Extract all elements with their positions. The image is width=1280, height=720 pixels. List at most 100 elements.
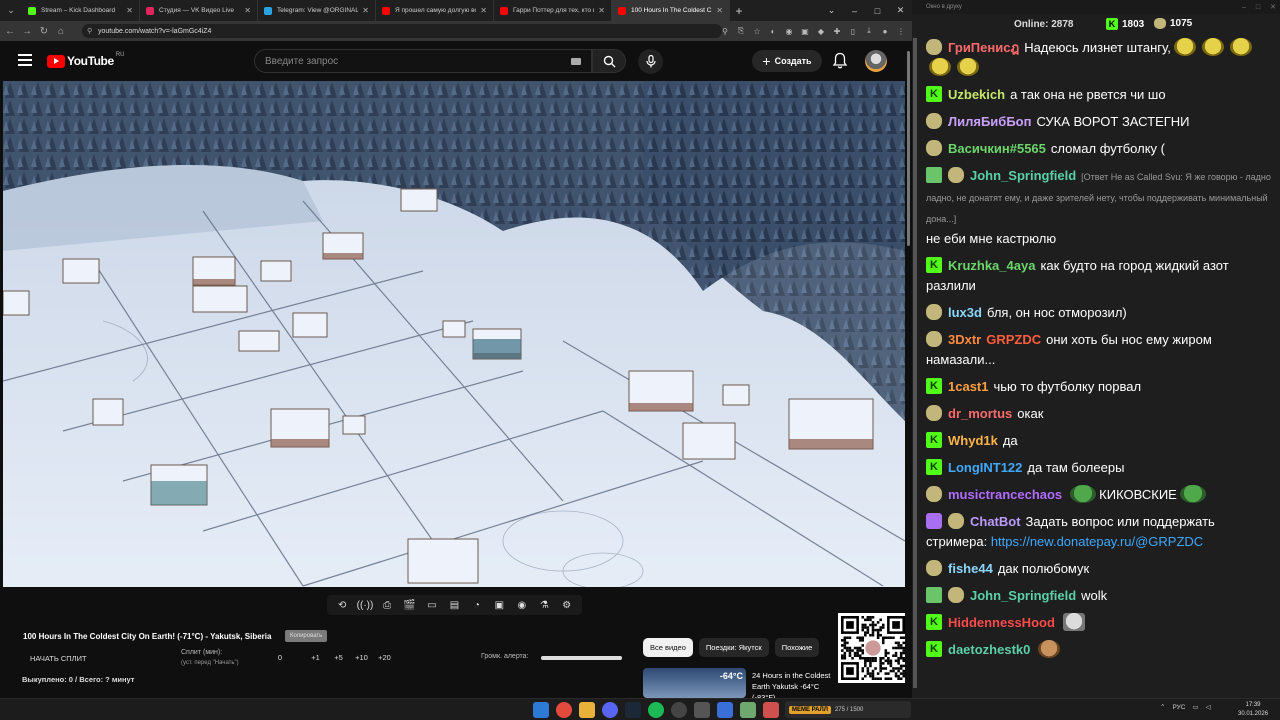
filter-chip[interactable]: Поездки: Якутск (698, 638, 769, 657)
game-overlay-widget[interactable]: МЕМЕ РАЛЛ 275 / 1500 (785, 701, 911, 718)
maximize-icon[interactable]: □ (1256, 4, 1260, 11)
tray-chevron-icon[interactable]: ⌃ (1160, 703, 1165, 711)
extension-tool-icon[interactable]: ▤ (446, 600, 462, 611)
extension-icon[interactable]: ◐ (768, 27, 778, 36)
back-icon[interactable]: ← (3, 26, 17, 37)
discord-icon[interactable] (602, 702, 618, 718)
chat-username[interactable]: ЛиляБибБоп (948, 114, 1031, 129)
tab-close-icon[interactable]: ✕ (480, 6, 487, 15)
browser-tab[interactable]: Telegram: View @ORGINALDA ✕ (258, 0, 376, 21)
chat-username[interactable]: dr_mortus (948, 406, 1012, 421)
menu-dots-icon[interactable]: ⋮ (896, 27, 906, 36)
voice-search-button[interactable] (638, 49, 663, 74)
keyboard-icon[interactable] (571, 58, 581, 65)
chat-username[interactable]: fishe44 (948, 561, 993, 576)
forward-icon[interactable]: → (20, 26, 34, 37)
search-button[interactable] (592, 49, 626, 73)
sidebar-icon[interactable]: ▯ (848, 27, 858, 36)
extension-tool-icon[interactable]: ◉ (514, 600, 530, 611)
notifications-bell-icon[interactable] (832, 52, 848, 69)
chat-link[interactable]: https://new.donatepay.ru/@GRPZDC (991, 534, 1203, 549)
extension-icon[interactable]: ◉ (784, 27, 794, 36)
split-value-button[interactable]: +1 (304, 653, 327, 662)
network-icon[interactable]: ▭ (1192, 703, 1198, 711)
chat-username[interactable]: HiddennessHood (948, 615, 1055, 630)
split-value-button[interactable]: 0 (272, 653, 288, 662)
bookmark-star-icon[interactable]: ☆ (752, 27, 762, 36)
extension-tool-icon[interactable]: 🎬 (402, 600, 418, 611)
windows-start-icon[interactable] (533, 702, 549, 718)
copy-button[interactable]: Копировать (285, 630, 328, 642)
scrollbar-thumb[interactable] (907, 51, 910, 246)
chat-username[interactable]: John_Springfield (970, 168, 1076, 183)
chat-username[interactable]: ChatBot (970, 514, 1021, 529)
taskbar-clock[interactable]: 17:39 30.01.2026 (1238, 701, 1268, 719)
recommendation-thumbnail[interactable]: -64°C (643, 668, 746, 698)
split-value-button[interactable]: +10 (350, 653, 373, 662)
split-value-button[interactable]: +5 (327, 653, 350, 662)
tab-close-icon[interactable]: ✕ (716, 6, 723, 15)
chat-username[interactable]: Kruzhka_4aya (948, 258, 1035, 273)
reload-icon[interactable]: ↻ (37, 26, 51, 37)
browser-tab[interactable]: Stream – Kick Dashboard ✕ (22, 0, 140, 21)
create-button[interactable]: + Создать (752, 50, 822, 72)
extension-tool-icon[interactable]: ⚗ (536, 600, 552, 611)
tab-close-icon[interactable]: ✕ (362, 6, 369, 15)
site-info-icon[interactable]: ⚲ (87, 27, 92, 35)
extensions-puzzle-icon[interactable]: ✚ (832, 27, 842, 36)
tab-close-icon[interactable]: ✕ (126, 6, 133, 15)
filter-chip[interactable]: Похожие (774, 638, 820, 657)
zoom-icon[interactable]: ⚲ (720, 27, 730, 36)
language-indicator[interactable]: РУС (1172, 704, 1185, 711)
extension-tool-icon[interactable]: ⟲ (334, 600, 350, 611)
youtube-logo[interactable]: YouTube RU (47, 52, 124, 68)
extension-tool-icon[interactable]: ((·)) (357, 600, 374, 611)
steam-icon[interactable] (625, 702, 641, 718)
profile-icon[interactable]: ● (880, 27, 890, 36)
share-icon[interactable]: ⎘ (736, 26, 746, 36)
start-split-button[interactable]: НАЧАТЬ СПЛИТ (30, 654, 87, 663)
chat-username[interactable]: Васичкин#5565 (948, 141, 1046, 156)
chat-scrollbar-thumb[interactable] (913, 38, 917, 688)
chat-scrollbar[interactable] (913, 38, 917, 688)
tab-search-icon[interactable]: ⌄ (820, 0, 843, 21)
extension-icon[interactable]: ▣ (800, 27, 810, 36)
chat-username[interactable]: Whyd1k (948, 433, 998, 448)
hamburger-menu-icon[interactable] (18, 54, 32, 66)
spotify-icon[interactable] (648, 702, 664, 718)
home-icon[interactable]: ⌂ (54, 26, 68, 37)
chat-username[interactable]: ГриПенисฎ (948, 40, 1019, 55)
search-input[interactable] (255, 50, 555, 72)
extension-tool-icon[interactable]: ◔ (469, 600, 485, 611)
chat-username[interactable]: 3Dxtr (948, 332, 981, 347)
alert-volume-slider[interactable] (541, 656, 622, 660)
url-field[interactable]: ⚲ youtube.com/watch?v=-laGmGc4iZ4 (82, 24, 722, 38)
extension-tool-icon[interactable]: ⎙ (379, 600, 395, 611)
chat-username[interactable]: GRPZDC (986, 332, 1041, 347)
app-icon[interactable] (740, 702, 756, 718)
app-icon[interactable] (763, 702, 779, 718)
account-avatar[interactable] (865, 50, 887, 72)
app-icon[interactable] (717, 702, 733, 718)
new-tab-button[interactable]: + (730, 0, 748, 21)
chat-username[interactable]: LongINT122 (948, 460, 1022, 475)
tab-close-icon[interactable]: ✕ (244, 6, 251, 15)
extension-tool-icon[interactable]: ▭ (424, 600, 440, 611)
close-icon[interactable]: ✕ (1270, 3, 1276, 11)
app-icon[interactable] (694, 702, 710, 718)
chrome-icon[interactable] (556, 702, 572, 718)
split-value-button[interactable]: +20 (373, 653, 396, 662)
filter-chip[interactable]: Все видео (643, 638, 693, 657)
page-scrollbar[interactable] (905, 41, 912, 698)
close-icon[interactable]: ✕ (889, 0, 912, 21)
extension-tool-icon[interactable]: ⚙ (559, 600, 575, 611)
browser-tab[interactable]: Гарри Поттер для тех, кто выр ✕ (494, 0, 612, 21)
chat-username[interactable]: 1cast1 (948, 379, 988, 394)
maximize-icon[interactable]: □ (866, 0, 889, 21)
extension-tool-icon[interactable]: ▣ (491, 600, 507, 611)
tab-close-icon[interactable]: ✕ (598, 6, 605, 15)
extension-icon[interactable]: ◆ (816, 27, 826, 36)
chat-username[interactable]: daetozhestk0 (948, 642, 1030, 657)
video-player[interactable] (3, 81, 905, 587)
browser-tab[interactable]: Я прошел самую долгую вой ✕ (376, 0, 494, 21)
